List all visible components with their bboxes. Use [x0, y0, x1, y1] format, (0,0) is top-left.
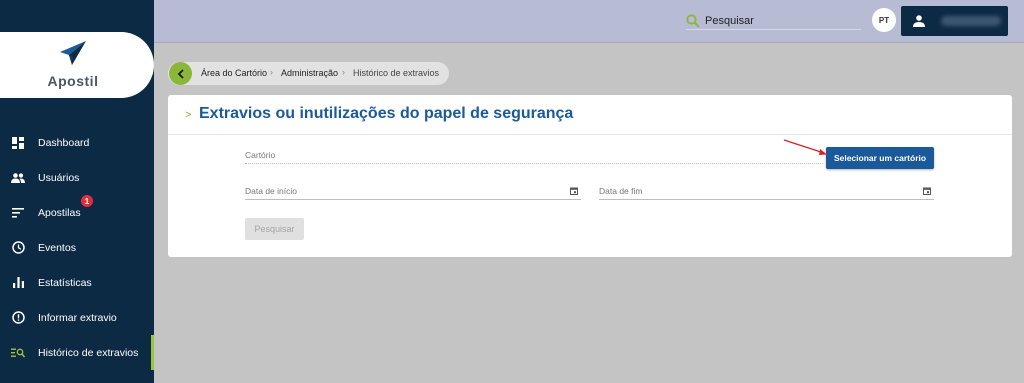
annotation-arrow-icon	[783, 139, 827, 155]
alert-icon	[11, 311, 25, 325]
breadcrumb: Área do Cartório › Administração › Histó…	[168, 62, 449, 85]
back-button[interactable]	[169, 62, 192, 85]
sidebar-item-dashboard[interactable]: Dashboard	[0, 125, 154, 160]
bar-chart-icon	[11, 276, 25, 290]
user-menu-button[interactable]	[901, 6, 1008, 36]
cartorio-label: Cartório	[245, 150, 276, 160]
filter-card: > Extravios ou inutilizações do papel de…	[168, 95, 1012, 257]
breadcrumb-item-area-cartorio[interactable]: Área do Cartório	[201, 68, 267, 78]
sidebar-item-label: Apostilas	[38, 206, 81, 219]
logo[interactable]: Apostil	[0, 32, 154, 98]
sidebar-item-eventos[interactable]: Eventos	[0, 230, 154, 265]
history-search-icon	[11, 346, 25, 360]
search-button[interactable]: Pesquisar	[245, 218, 304, 240]
sidebar-item-label: Eventos	[38, 241, 76, 254]
sidebar-item-apostilas[interactable]: Apostilas 1	[0, 195, 154, 230]
user-name-redacted	[941, 16, 1001, 26]
data-fim-field[interactable]: Data de fim	[599, 185, 934, 200]
paper-plane-icon	[60, 41, 86, 65]
breadcrumb-item-current: Histórico de extravios	[353, 68, 440, 78]
calendar-icon[interactable]	[923, 187, 931, 195]
sidebar-item-label: Informar extravio	[38, 311, 117, 324]
sidebar-item-informar-extravio[interactable]: Informar extravio	[0, 300, 154, 335]
calendar-icon[interactable]	[570, 187, 578, 195]
app-name: Apostil	[47, 73, 99, 89]
breadcrumb-item-administracao[interactable]: Administração	[281, 68, 338, 78]
avatar[interactable]: PT	[872, 8, 896, 32]
chevron-right-icon: >	[185, 109, 192, 121]
sidebar-item-label: Usuários	[38, 171, 80, 184]
page-title: Extravios ou inutilizações do papel de s…	[199, 105, 574, 122]
breadcrumb-separator: ›	[342, 67, 345, 77]
data-inicio-label: Data de início	[245, 186, 297, 196]
sidebar: Apostil Dashboard Usuários Apostilas 1 E…	[0, 0, 154, 383]
notification-badge: 1	[81, 195, 93, 207]
user-icon	[913, 15, 925, 27]
sidebar-item-label: Histórico de extravios	[38, 346, 139, 359]
data-inicio-field[interactable]: Data de início	[245, 185, 581, 200]
dashboard-icon	[11, 136, 25, 150]
search-icon[interactable]	[686, 13, 700, 28]
search-box	[686, 12, 861, 30]
breadcrumb-separator: ›	[270, 67, 273, 77]
search-input[interactable]	[705, 14, 855, 27]
sidebar-item-label: Estatísticas	[38, 276, 92, 289]
list-icon	[11, 206, 25, 220]
sidebar-item-label: Dashboard	[38, 136, 90, 149]
users-icon	[11, 171, 25, 185]
data-fim-label: Data de fim	[599, 186, 643, 196]
topbar: PT	[154, 0, 1024, 43]
sidebar-item-estatisticas[interactable]: Estatísticas	[0, 265, 154, 300]
sidebar-nav: Dashboard Usuários Apostilas 1 Eventos E…	[0, 125, 154, 370]
sidebar-item-usuarios[interactable]: Usuários	[0, 160, 154, 195]
sidebar-item-historico-extravios[interactable]: Histórico de extravios	[0, 335, 154, 370]
card-header: > Extravios ou inutilizações do papel de…	[168, 95, 1012, 135]
chevron-left-icon	[177, 68, 184, 79]
select-cartorio-button[interactable]: Selecionar um cartório	[826, 147, 934, 169]
cartorio-field[interactable]: Cartório	[245, 149, 823, 164]
clock-icon	[11, 241, 25, 255]
